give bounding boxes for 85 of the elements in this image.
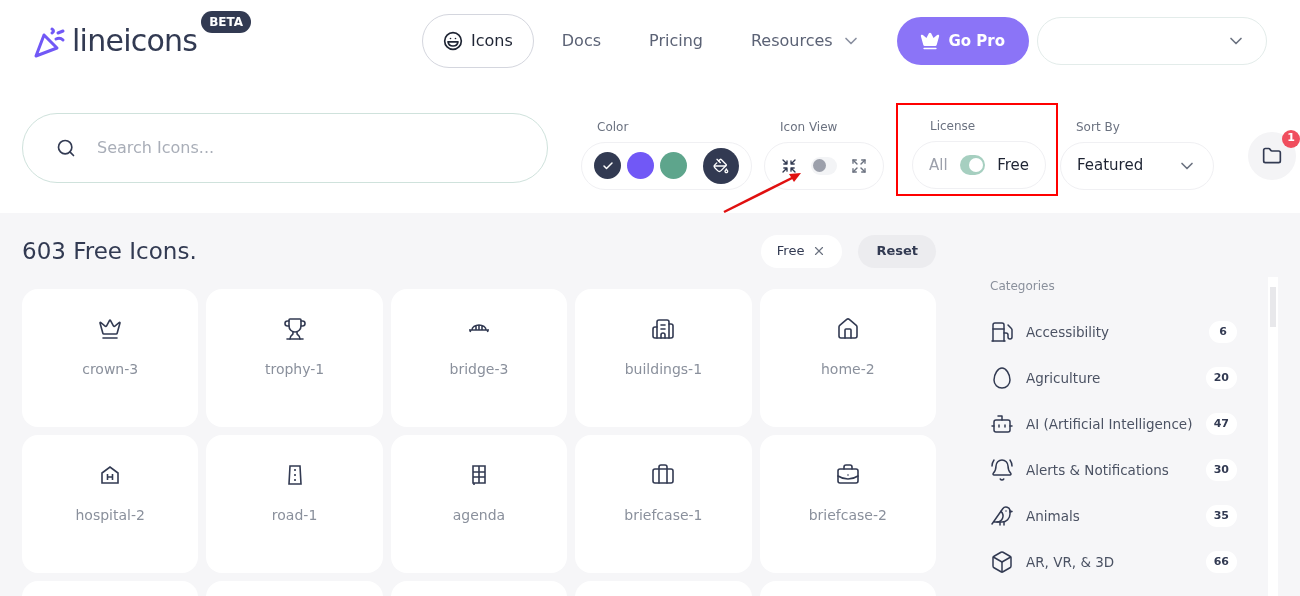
color-swatch[interactable] bbox=[627, 152, 654, 179]
category-item[interactable]: AI (Artificial Intelligence) 47 bbox=[990, 401, 1237, 447]
resources-menu[interactable]: Resources bbox=[730, 14, 881, 68]
color-label: Color bbox=[596, 118, 630, 136]
categories-heading: Categories bbox=[990, 278, 1056, 295]
category-label: AI (Artificial Intelligence) bbox=[1026, 414, 1194, 434]
bell-icon bbox=[990, 458, 1014, 482]
icon-name: home-2 bbox=[820, 360, 875, 379]
category-item[interactable]: Alerts & Notifications 30 bbox=[990, 447, 1237, 493]
icon-name: trophy-1 bbox=[264, 360, 325, 379]
results-title: 603 Free Icons. bbox=[22, 236, 198, 266]
icon-card[interactable]: crown-3 bbox=[22, 289, 199, 427]
icon-view-toggle[interactable] bbox=[811, 156, 837, 175]
all-option: All bbox=[929, 153, 948, 177]
folder-button[interactable] bbox=[1248, 131, 1296, 180]
category-label: AR, VR, & 3D bbox=[1026, 552, 1116, 572]
shrink-icon bbox=[781, 157, 797, 174]
sort-label: Sort By bbox=[1075, 118, 1121, 136]
icon-card[interactable]: briefcase-2 bbox=[759, 435, 936, 573]
check-icon bbox=[601, 159, 614, 172]
category-label: Accessibility bbox=[1026, 322, 1111, 342]
home-icon bbox=[835, 317, 860, 341]
icon-name: bridge-3 bbox=[449, 360, 509, 379]
go-pro-button[interactable]: Go Pro bbox=[896, 17, 1029, 65]
folder-icon bbox=[1262, 145, 1282, 166]
icon-card[interactable]: buildings-1 bbox=[575, 289, 752, 427]
category-item[interactable]: AR, VR, & 3D 66 bbox=[990, 539, 1237, 585]
briefcase-icon bbox=[835, 463, 860, 487]
icon-name: road-1 bbox=[271, 506, 318, 525]
paint-bucket-icon bbox=[713, 157, 729, 174]
reset-button[interactable]: Reset bbox=[858, 234, 936, 268]
crown-icon bbox=[98, 317, 123, 341]
icon-card[interactable]: agenda bbox=[390, 435, 568, 573]
license-label: License bbox=[929, 118, 977, 135]
color-swatch[interactable] bbox=[594, 152, 621, 179]
filter-chip[interactable]: Free bbox=[760, 234, 843, 268]
icon-card[interactable]: home-2 bbox=[759, 289, 936, 427]
icon-name: agenda bbox=[452, 506, 506, 525]
category-item[interactable]: Agriculture 20 bbox=[990, 355, 1237, 401]
category-count: 66 bbox=[1205, 551, 1237, 573]
nav-link[interactable]: Pricing bbox=[629, 14, 723, 68]
logo-text: lineicons bbox=[72, 26, 198, 56]
icon-name: briefcase-1 bbox=[624, 506, 703, 525]
robot-icon bbox=[990, 412, 1014, 436]
fuel-pump-icon bbox=[990, 320, 1014, 344]
icon-card[interactable]: road-1 bbox=[206, 435, 383, 573]
seed-icon bbox=[990, 366, 1014, 390]
trophy-icon bbox=[282, 317, 307, 341]
animal-icon bbox=[990, 504, 1014, 528]
category-count: 47 bbox=[1205, 413, 1237, 435]
free-option: Free bbox=[997, 153, 1029, 177]
category-item[interactable]: Accessibility 6 bbox=[990, 309, 1237, 355]
category-count: 30 bbox=[1205, 459, 1237, 481]
briefcase-icon bbox=[651, 463, 676, 487]
notification-badge: 1 bbox=[1282, 129, 1300, 148]
license-toggle[interactable] bbox=[959, 155, 986, 175]
icon-name: hospital-2 bbox=[75, 506, 145, 525]
icon-name: crown-3 bbox=[82, 360, 139, 379]
beta-badge: BETA bbox=[201, 11, 252, 33]
smile-icon bbox=[443, 31, 463, 51]
category-item[interactable]: Animals 35 bbox=[990, 493, 1237, 539]
icon-name: briefcase-2 bbox=[808, 506, 887, 525]
paint-bucket-button[interactable] bbox=[703, 147, 739, 184]
category-label: Alerts & Notifications bbox=[1026, 460, 1170, 480]
buildings-icon bbox=[651, 317, 676, 341]
crown-icon bbox=[920, 31, 941, 51]
icon-card[interactable]: bridge-3 bbox=[390, 289, 568, 427]
category-count: 6 bbox=[1209, 321, 1237, 343]
icon-name: buildings-1 bbox=[624, 360, 703, 379]
expand-icon bbox=[851, 157, 867, 174]
toggle-thumb bbox=[969, 158, 984, 172]
icon-view-label: Icon View bbox=[779, 118, 839, 136]
icon-card[interactable]: trophy-1 bbox=[206, 289, 383, 427]
icon-card[interactable]: hospital-2 bbox=[22, 435, 199, 573]
category-label: Agriculture bbox=[1026, 368, 1102, 388]
search-field[interactable]: Search Icons... bbox=[22, 112, 548, 183]
toggle-thumb bbox=[813, 159, 826, 172]
cube-icon bbox=[990, 550, 1014, 574]
nav-link[interactable]: Docs bbox=[541, 14, 622, 68]
category-label: Animals bbox=[1026, 506, 1081, 526]
search-icon bbox=[56, 137, 76, 158]
category-count: 35 bbox=[1205, 505, 1237, 527]
color-swatch[interactable] bbox=[660, 152, 687, 179]
category-count: 20 bbox=[1205, 367, 1237, 389]
icon-card[interactable]: briefcase-1 bbox=[575, 435, 752, 573]
